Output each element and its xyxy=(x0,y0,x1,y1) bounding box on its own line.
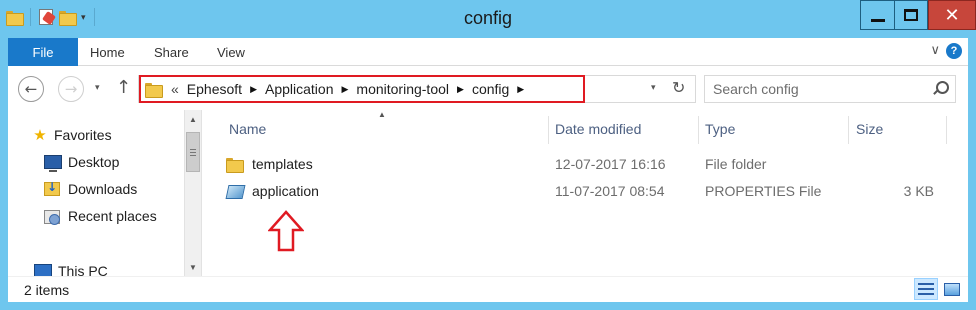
sidebar-item-favorites[interactable]: ★ Favorites xyxy=(32,124,112,146)
file-list: ▲ Name Date modified Type Size templates… xyxy=(208,110,968,276)
sidebar-item-label: Downloads xyxy=(68,181,138,197)
breadcrumb-separator-icon[interactable]: ▶ xyxy=(250,84,257,95)
main-content: ★ Favorites Desktop Downloads Recent pla… xyxy=(8,110,968,276)
column-divider[interactable] xyxy=(698,116,699,144)
sidebar-item-label: Favorites xyxy=(54,127,112,143)
scroll-up-icon[interactable]: ▲ xyxy=(185,110,201,128)
close-icon: ✕ xyxy=(944,4,960,26)
recent-locations-dropdown-icon[interactable]: ▾ xyxy=(95,82,100,93)
item-count: 2 items xyxy=(24,282,70,298)
large-icons-view-button[interactable] xyxy=(940,278,964,300)
details-view-button[interactable] xyxy=(914,278,938,300)
explorer-window: ▾ config ✕ File Home Share View ∨ ? ← → … xyxy=(0,0,976,310)
file-name-cell: application xyxy=(226,183,319,199)
type-cell: File folder xyxy=(705,156,767,172)
folder-icon xyxy=(226,157,244,173)
desktop-icon xyxy=(44,155,62,172)
title-bar: ▾ config ✕ xyxy=(0,0,976,38)
sidebar-item-label: This PC xyxy=(58,263,108,276)
back-arrow-icon: ← xyxy=(24,80,38,98)
scrollbar-thumb[interactable] xyxy=(186,132,200,172)
maximize-icon xyxy=(904,9,918,21)
column-header-size[interactable]: Size xyxy=(856,116,883,142)
tab-view[interactable]: View xyxy=(217,45,245,60)
search-icon[interactable] xyxy=(931,81,949,97)
file-name: application xyxy=(252,183,319,199)
column-divider[interactable] xyxy=(848,116,849,144)
breadcrumb-separator-icon[interactable]: ▶ xyxy=(341,84,348,95)
column-divider[interactable] xyxy=(548,116,549,144)
sidebar-item-label: Desktop xyxy=(68,154,120,170)
minimize-button[interactable] xyxy=(860,0,894,30)
navigation-pane-scrollbar[interactable]: ▲ ▼ xyxy=(184,110,202,276)
navigation-bar: ← → ▾ ↑ « Ephesoft ▶ Application ▶ monit… xyxy=(8,66,968,110)
window-controls: ✕ xyxy=(860,0,976,30)
sidebar-item-label: Recent places xyxy=(68,208,157,224)
status-bar: 2 items xyxy=(8,276,968,302)
search-box[interactable] xyxy=(704,75,956,103)
annotation-arrow-icon xyxy=(268,210,304,252)
column-header-type[interactable]: Type xyxy=(705,116,735,142)
star-icon: ★ xyxy=(33,126,47,144)
expand-ribbon-icon[interactable]: ∨ xyxy=(930,43,940,58)
folder-icon xyxy=(145,82,163,98)
search-input[interactable] xyxy=(713,80,923,98)
size-cell: 3 KB xyxy=(903,183,934,199)
breadcrumb-config[interactable]: config xyxy=(472,81,509,97)
table-row[interactable]: application 11-07-2017 08:54 PROPERTIES … xyxy=(226,180,946,204)
table-row[interactable]: templates 12-07-2017 16:16 File folder xyxy=(226,153,946,177)
file-name-cell: templates xyxy=(226,156,313,173)
sort-ascending-icon: ▲ xyxy=(378,110,386,119)
recent-places-icon xyxy=(44,208,60,225)
sidebar-item-this-pc[interactable]: This PC xyxy=(34,260,108,276)
tab-file[interactable]: File xyxy=(8,38,78,66)
scroll-down-icon[interactable]: ▼ xyxy=(185,258,201,276)
details-view-icon xyxy=(918,283,934,295)
address-dropdown-icon[interactable]: ▾ xyxy=(651,82,656,93)
close-button[interactable]: ✕ xyxy=(928,0,976,30)
maximize-button[interactable] xyxy=(894,0,928,30)
tab-share[interactable]: Share xyxy=(154,45,189,60)
help-icon[interactable]: ? xyxy=(946,43,962,59)
navigation-pane: ★ Favorites Desktop Downloads Recent pla… xyxy=(8,110,184,276)
breadcrumb-ephesoft[interactable]: Ephesoft xyxy=(187,81,242,97)
minimize-icon xyxy=(870,18,885,22)
tab-home[interactable]: Home xyxy=(90,45,125,60)
window-title: config xyxy=(463,8,513,28)
type-cell: PROPERTIES File xyxy=(705,183,822,199)
this-pc-icon xyxy=(34,264,52,276)
column-header-date-modified[interactable]: Date modified xyxy=(555,116,641,142)
ribbon-tabs: File Home Share View ∨ ? xyxy=(8,38,968,66)
sidebar-item-desktop[interactable]: Desktop xyxy=(44,151,119,173)
breadcrumb-separator-icon[interactable]: ▶ xyxy=(457,84,464,95)
refresh-icon[interactable]: ↻ xyxy=(672,78,685,97)
downloads-icon xyxy=(44,180,60,196)
breadcrumb-monitoring-tool[interactable]: monitoring-tool xyxy=(356,81,449,97)
file-name: templates xyxy=(252,156,313,172)
column-divider[interactable] xyxy=(946,116,947,144)
sidebar-item-recent-places[interactable]: Recent places xyxy=(44,205,157,227)
forward-arrow-icon: → xyxy=(64,80,78,98)
up-arrow-icon[interactable]: ↑ xyxy=(116,77,131,98)
breadcrumb: « Ephesoft ▶ Application ▶ monitoring-to… xyxy=(145,76,532,102)
address-bar[interactable]: « Ephesoft ▶ Application ▶ monitoring-to… xyxy=(138,75,696,103)
date-modified-cell: 11-07-2017 08:54 xyxy=(555,183,665,199)
breadcrumb-overflow[interactable]: « xyxy=(171,81,179,97)
column-header-name[interactable]: Name xyxy=(229,116,266,142)
date-modified-cell: 12-07-2017 16:16 xyxy=(555,156,666,172)
large-icons-view-icon xyxy=(944,282,960,296)
properties-file-icon xyxy=(226,183,244,199)
breadcrumb-separator-icon[interactable]: ▶ xyxy=(517,84,524,95)
forward-button[interactable]: → xyxy=(58,76,84,102)
back-button[interactable]: ← xyxy=(18,76,44,102)
sidebar-item-downloads[interactable]: Downloads xyxy=(44,178,137,200)
breadcrumb-application[interactable]: Application xyxy=(265,81,334,97)
